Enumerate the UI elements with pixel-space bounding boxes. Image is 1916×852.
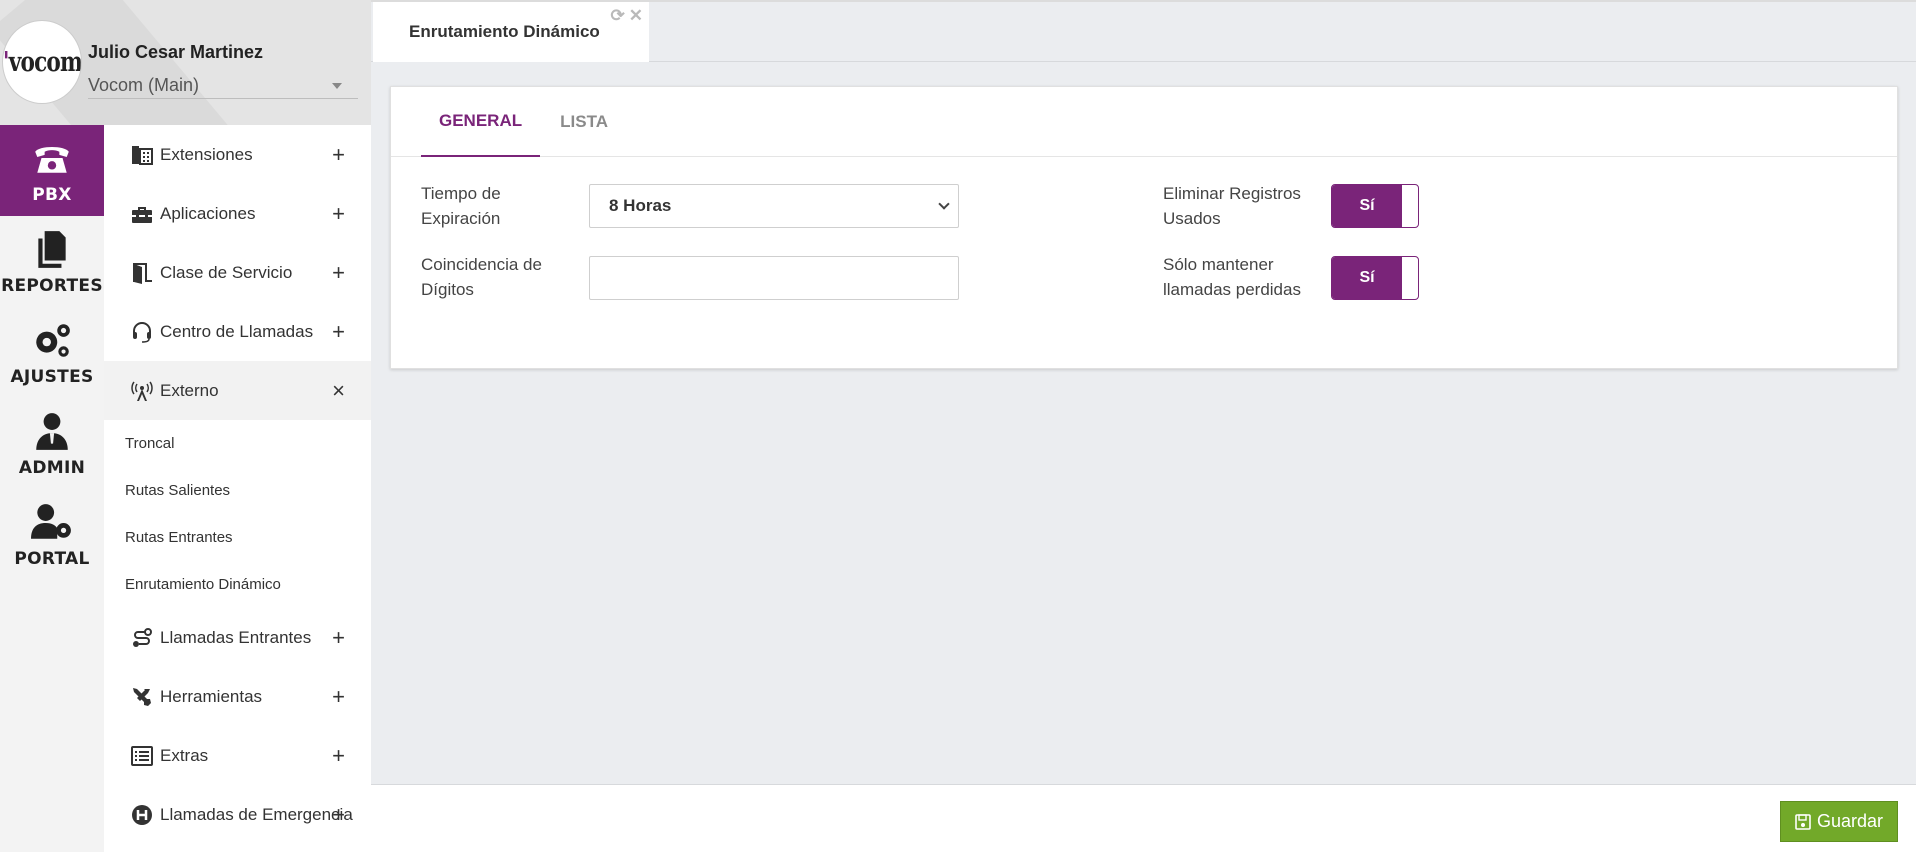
digits-label: Coincidencia de Dígitos bbox=[421, 255, 542, 299]
menu-item-clase-de-servicio[interactable]: Clase de Servicio + bbox=[104, 243, 371, 302]
document-tab-title: Enrutamiento Dinámico bbox=[409, 22, 600, 41]
rail-item-pbx[interactable]: PBX bbox=[0, 125, 104, 216]
building-phone-icon bbox=[132, 145, 153, 165]
close-icon[interactable]: × bbox=[332, 378, 345, 404]
user-name: Julio Cesar Martinez bbox=[88, 42, 264, 62]
save-button[interactable]: Guardar bbox=[1779, 801, 1898, 842]
digits-input[interactable] bbox=[589, 256, 959, 300]
gears-icon bbox=[36, 323, 70, 357]
list-icon bbox=[131, 745, 153, 766]
rail-item-ajustes[interactable]: AJUSTES bbox=[0, 307, 104, 398]
tab-lista[interactable]: LISTA bbox=[542, 87, 626, 157]
rail-label: AJUSTES bbox=[10, 366, 94, 387]
plus-icon[interactable]: + bbox=[332, 201, 345, 227]
panel-tabs: GENERAL LISTA bbox=[391, 87, 1897, 157]
menu-item-aplicaciones[interactable]: Aplicaciones + bbox=[104, 184, 371, 243]
rail-label: REPORTES bbox=[1, 275, 103, 296]
vocom-logo: 'vocom bbox=[2, 46, 82, 78]
menu-item-extensiones[interactable]: Extensiones + bbox=[104, 125, 371, 184]
footer-bar: Guardar bbox=[371, 784, 1916, 852]
rail-label: PBX bbox=[32, 184, 72, 205]
document-tab[interactable]: Enrutamiento Dinámico ⟳ ✕ bbox=[373, 2, 649, 62]
tools-icon bbox=[133, 687, 151, 706]
chevron-down-icon bbox=[938, 198, 950, 210]
menu-item-llamadas-de-emergencia[interactable]: Llamadas de Emergencia + bbox=[104, 785, 371, 844]
expiration-select[interactable]: 8 Horas bbox=[589, 184, 959, 228]
submenu-item-rutas-salientes[interactable]: Rutas Salientes bbox=[104, 467, 371, 514]
user-tie-icon bbox=[36, 412, 68, 450]
phone-icon bbox=[35, 146, 69, 173]
toolbox-icon bbox=[132, 206, 152, 223]
menu-label: Llamadas Entrantes bbox=[160, 627, 312, 647]
tab-general[interactable]: GENERAL bbox=[421, 87, 541, 157]
door-open-icon bbox=[133, 262, 152, 284]
tenant-value: Vocom (Main) bbox=[88, 75, 200, 95]
toggle-on-label: Sí bbox=[1332, 185, 1402, 227]
save-label: Guardar bbox=[1816, 811, 1883, 831]
broadcast-tower-icon bbox=[131, 381, 153, 401]
hospital-icon bbox=[132, 804, 152, 825]
plus-icon[interactable]: + bbox=[332, 319, 345, 345]
keep-missed-toggle[interactable]: Sí bbox=[1331, 256, 1419, 300]
expiration-value: 8 Horas bbox=[609, 196, 672, 215]
pbx-menu: Extensiones + Aplicaciones + Clase de Se… bbox=[104, 125, 371, 852]
route-icon bbox=[133, 627, 152, 647]
save-icon bbox=[1795, 813, 1811, 830]
delete-used-label: Eliminar Registros Usados bbox=[1163, 184, 1301, 228]
menu-label: Externo bbox=[160, 380, 219, 400]
menu-item-extras[interactable]: Extras + bbox=[104, 726, 371, 785]
menu-label: Extras bbox=[160, 745, 209, 765]
menu-item-externo[interactable]: Externo × bbox=[104, 361, 371, 420]
headset-icon bbox=[133, 321, 151, 343]
rail-label: PORTAL bbox=[14, 548, 90, 569]
submenu-item-enrutamiento-dinamico[interactable]: Enrutamiento Dinámico bbox=[104, 561, 371, 608]
user-gear-icon bbox=[31, 503, 71, 539]
menu-label: Extensiones bbox=[160, 144, 253, 164]
avatar: 'vocom bbox=[2, 20, 82, 104]
document-tabbar: Enrutamiento Dinámico ⟳ ✕ bbox=[371, 0, 1916, 62]
expiration-label: Tiempo de Expiración bbox=[421, 184, 501, 228]
tenant-select[interactable]: Vocom (Main) bbox=[88, 73, 358, 99]
menu-item-centro-de-llamadas[interactable]: Centro de Llamadas + bbox=[104, 302, 371, 361]
profile-header: 'vocom Julio Cesar Martinez Vocom (Main) bbox=[0, 0, 371, 125]
menu-item-llamadas-entrantes[interactable]: Llamadas Entrantes + bbox=[104, 608, 371, 667]
refresh-icon[interactable]: ⟳ bbox=[611, 6, 625, 26]
plus-icon[interactable]: + bbox=[332, 625, 345, 651]
main-panel: GENERAL LISTA Tiempo de Expiración 8 Hor… bbox=[390, 86, 1898, 369]
plus-icon[interactable]: + bbox=[332, 142, 345, 168]
plus-icon[interactable]: + bbox=[332, 684, 345, 710]
menu-label: Herramientas bbox=[160, 686, 263, 706]
rail-label: ADMIN bbox=[18, 457, 86, 478]
plus-icon[interactable]: + bbox=[332, 260, 345, 286]
rail-item-portal[interactable]: PORTAL bbox=[0, 489, 104, 580]
delete-used-toggle[interactable]: Sí bbox=[1331, 184, 1419, 228]
keep-missed-label: Sólo mantener llamadas perdidas bbox=[1163, 255, 1301, 299]
rail-item-admin[interactable]: ADMIN bbox=[0, 398, 104, 489]
caret-down-icon bbox=[332, 82, 342, 89]
document-tab-tools: ⟳ ✕ bbox=[611, 6, 644, 26]
menu-label: Clase de Servicio bbox=[160, 262, 293, 282]
menu-label: Aplicaciones bbox=[160, 203, 256, 223]
close-icon[interactable]: ✕ bbox=[629, 6, 643, 26]
documents-icon bbox=[38, 230, 66, 268]
rail-item-reportes[interactable]: REPORTES bbox=[0, 216, 104, 307]
submenu-item-rutas-entrantes[interactable]: Rutas Entrantes bbox=[104, 514, 371, 561]
submenu-item-troncal[interactable]: Troncal bbox=[104, 420, 371, 467]
module-rail: PBX REPORTES AJUSTES ADMIN PORTAL bbox=[0, 125, 104, 852]
plus-icon[interactable]: + bbox=[332, 802, 345, 828]
menu-label: Centro de Llamadas bbox=[160, 321, 314, 341]
plus-icon[interactable]: + bbox=[332, 743, 345, 769]
menu-label: Llamadas de Emergencia bbox=[160, 804, 353, 824]
toggle-on-label: Sí bbox=[1332, 257, 1402, 299]
menu-item-herramientas[interactable]: Herramientas + bbox=[104, 667, 371, 726]
